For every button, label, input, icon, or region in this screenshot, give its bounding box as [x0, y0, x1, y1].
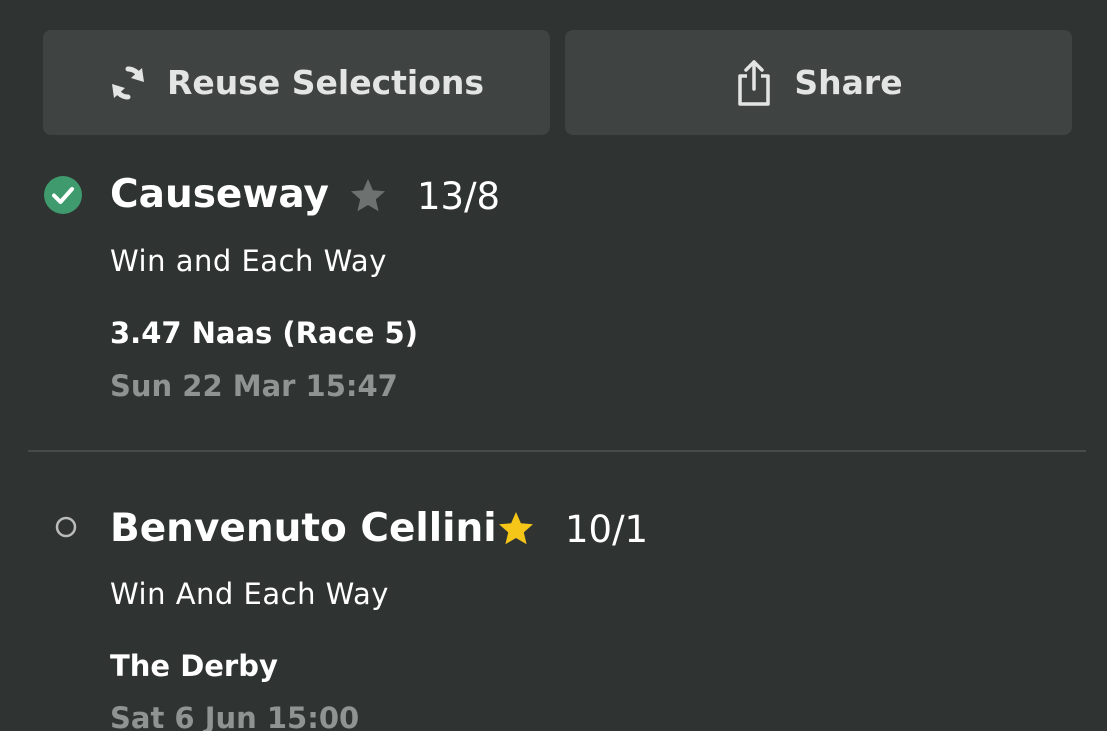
selection-market: Win And Each Way — [110, 577, 389, 611]
selection-time: Sun 22 Mar 15:47 — [110, 369, 398, 403]
selection-name: Causeway — [110, 172, 329, 217]
reuse-selections-label: Reuse Selections — [166, 63, 485, 102]
selection-odds: 10/1 — [565, 508, 649, 551]
selection-odds: 13/8 — [417, 175, 501, 218]
check-circle-icon — [43, 175, 83, 219]
refresh-icon — [109, 63, 147, 103]
share-icon — [734, 59, 774, 107]
divider — [28, 450, 1086, 452]
selection-time: Sat 6 Jun 15:00 — [110, 701, 360, 731]
selection-market: Win and Each Way — [110, 244, 387, 278]
pending-circle-icon — [54, 515, 78, 543]
selection-name: Benvenuto Cellini — [110, 506, 497, 551]
bet-receipt: Reuse Selections Share Causeway 13/8 Win — [0, 0, 1107, 731]
selection-event: 3.47 Naas (Race 5) — [110, 316, 418, 350]
selection-event: The Derby — [110, 649, 278, 683]
share-label: Share — [794, 63, 903, 102]
share-button[interactable]: Share — [565, 30, 1072, 135]
reuse-selections-button[interactable]: Reuse Selections — [43, 30, 550, 135]
star-icon[interactable] — [349, 177, 387, 215]
star-icon[interactable] — [497, 510, 535, 548]
